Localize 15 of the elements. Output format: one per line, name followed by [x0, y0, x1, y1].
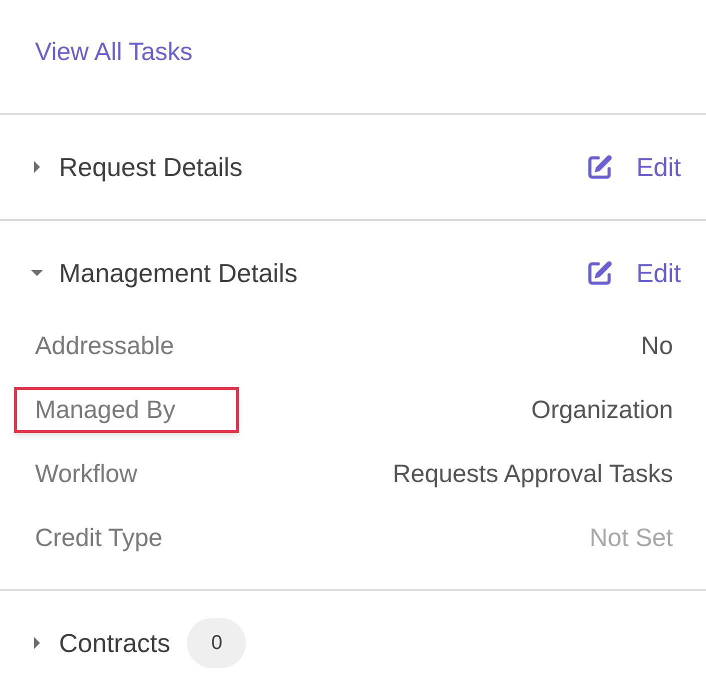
view-all-tasks-link[interactable]: View All Tasks [35, 34, 192, 72]
field-label: Managed By [35, 395, 176, 426]
edit-button[interactable]: Edit [585, 254, 681, 292]
field-label: Workflow [35, 459, 138, 490]
field-value: No [641, 331, 673, 362]
edit-button[interactable]: Edit [585, 148, 681, 186]
count-badge: 0 [187, 618, 246, 668]
section-title[interactable]: Management Details [59, 254, 298, 292]
field-label: Credit Type [35, 523, 162, 554]
field-value: Requests Approval Tasks [392, 459, 673, 490]
field-value: Organization [531, 395, 673, 426]
field-value: Not Set [590, 523, 673, 554]
field-label: Addressable [35, 331, 174, 362]
section-title[interactable]: Request Details [59, 148, 243, 186]
section-title[interactable]: Contracts [59, 624, 170, 662]
